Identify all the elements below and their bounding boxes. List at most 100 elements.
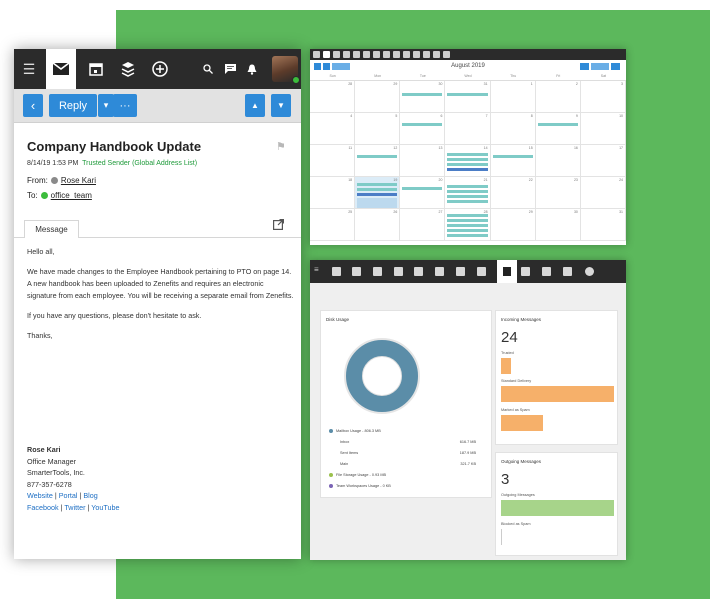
files-icon[interactable] [542,267,551,276]
day-cell[interactable]: 14 [445,145,491,177]
tasks-icon[interactable] [394,267,403,276]
contacts-icon[interactable] [373,267,382,276]
reports-icon[interactable] [403,51,410,58]
mail-icon[interactable] [323,51,330,58]
day-cell[interactable]: 13 [400,145,446,177]
day-cell[interactable]: 30 [400,81,446,113]
calendar-event[interactable] [447,168,488,171]
day-cell[interactable]: 21 [445,177,491,209]
day-cell[interactable]: 5 [355,113,401,145]
search-icon[interactable] [200,49,216,89]
day-cell[interactable]: 26 [355,209,401,241]
calendar-options-button[interactable] [611,63,620,70]
day-cell[interactable]: 31 [580,209,626,241]
calendar-event[interactable] [402,93,443,96]
add-icon[interactable] [144,49,176,89]
notes-icon[interactable] [414,267,423,276]
mail-icon[interactable] [332,267,341,276]
calendar-event[interactable] [357,188,398,191]
notes-icon[interactable] [363,51,370,58]
calendar-event[interactable] [447,234,488,237]
popout-icon[interactable] [273,219,284,233]
calendar-icon[interactable] [80,49,112,89]
chat-icon[interactable] [433,51,440,58]
files-icon[interactable] [423,51,430,58]
day-cell[interactable]: 28 [310,81,356,113]
tab-message[interactable]: Message [24,220,79,238]
day-cell[interactable]: 17 [580,145,626,177]
menu-icon[interactable] [313,51,320,58]
calendar-event[interactable] [447,200,488,203]
calendar-event[interactable] [447,185,488,188]
blog-link[interactable]: Blog [83,491,97,500]
calendar-event[interactable] [447,93,488,96]
back-button[interactable]: ‹ [23,94,43,117]
menu-icon[interactable]: ☰ [14,49,44,89]
contacts-icon[interactable] [343,51,350,58]
day-cell[interactable]: 3 [580,81,626,113]
news-icon[interactable] [477,267,486,276]
calendar-event[interactable] [447,153,488,156]
youtube-link[interactable]: YouTube [91,503,119,512]
day-cell[interactable]: 1 [490,81,536,113]
calendar-event[interactable] [447,190,488,193]
calendar-event[interactable] [402,187,443,190]
day-cell[interactable]: 11 [310,145,356,177]
add-icon[interactable] [443,51,450,58]
facebook-link[interactable]: Facebook [27,503,59,512]
calendar-icon[interactable] [333,51,340,58]
rss-icon[interactable] [383,51,390,58]
day-cell[interactable]: 31 [445,81,491,113]
calendar-event[interactable] [447,224,488,227]
day-cell[interactable]: 27 [400,209,446,241]
news-icon[interactable] [393,51,400,58]
sharing-icon[interactable] [373,51,380,58]
day-cell[interactable]: 15 [490,145,536,177]
day-cell[interactable]: 22 [490,177,536,209]
calendar-event[interactable] [357,193,398,196]
calendar-event[interactable] [492,155,533,158]
day-cell-selected[interactable]: 19 [355,177,401,209]
from-name[interactable]: Rose Kari [61,176,96,185]
day-cell[interactable]: 6 [400,113,446,145]
view-month-button[interactable] [591,63,609,70]
reply-button[interactable]: Reply [49,94,97,117]
mail-icon[interactable] [46,49,76,89]
bell-icon[interactable] [244,49,260,89]
day-cell[interactable]: 9 [535,113,581,145]
tasks-icon[interactable] [353,51,360,58]
calendar-event[interactable] [447,163,488,166]
reply-options-button[interactable]: ▾ [98,94,114,117]
calendar-event[interactable] [447,229,488,232]
day-cell[interactable]: 4 [310,113,356,145]
calendar-event[interactable] [357,183,398,186]
layers-icon[interactable] [112,49,144,89]
calendar-event[interactable] [402,123,443,126]
twitter-link[interactable]: Twitter [64,503,85,512]
calendar-event[interactable] [447,214,488,217]
portal-link[interactable]: Portal [59,491,78,500]
website-link[interactable]: Website [27,491,53,500]
calendar-event[interactable] [447,195,488,198]
more-actions-button[interactable]: ··· [113,94,137,117]
day-cell[interactable]: 10 [580,113,626,145]
day-cell[interactable]: 23 [535,177,581,209]
day-cell[interactable]: 12 [355,145,401,177]
day-cell[interactable]: 18 [310,177,356,209]
day-cell[interactable]: 20 [400,177,446,209]
add-icon[interactable] [585,267,594,276]
to-name[interactable]: office_team [51,191,92,200]
menu-icon[interactable]: ≡ [314,265,323,274]
calendar-event[interactable] [447,219,488,222]
next-message-button[interactable]: ▼ [271,94,291,117]
calendar-event[interactable] [357,198,398,208]
day-cell[interactable]: 28 [445,209,491,241]
calendar-settings-button[interactable] [580,63,589,70]
calendar-event[interactable] [357,155,398,158]
settings-icon[interactable] [413,51,420,58]
sharing-icon[interactable] [435,267,444,276]
day-cell[interactable]: 16 [535,145,581,177]
day-cell[interactable]: 25 [310,209,356,241]
chat-icon[interactable] [563,267,572,276]
reports-icon[interactable] [497,260,517,283]
